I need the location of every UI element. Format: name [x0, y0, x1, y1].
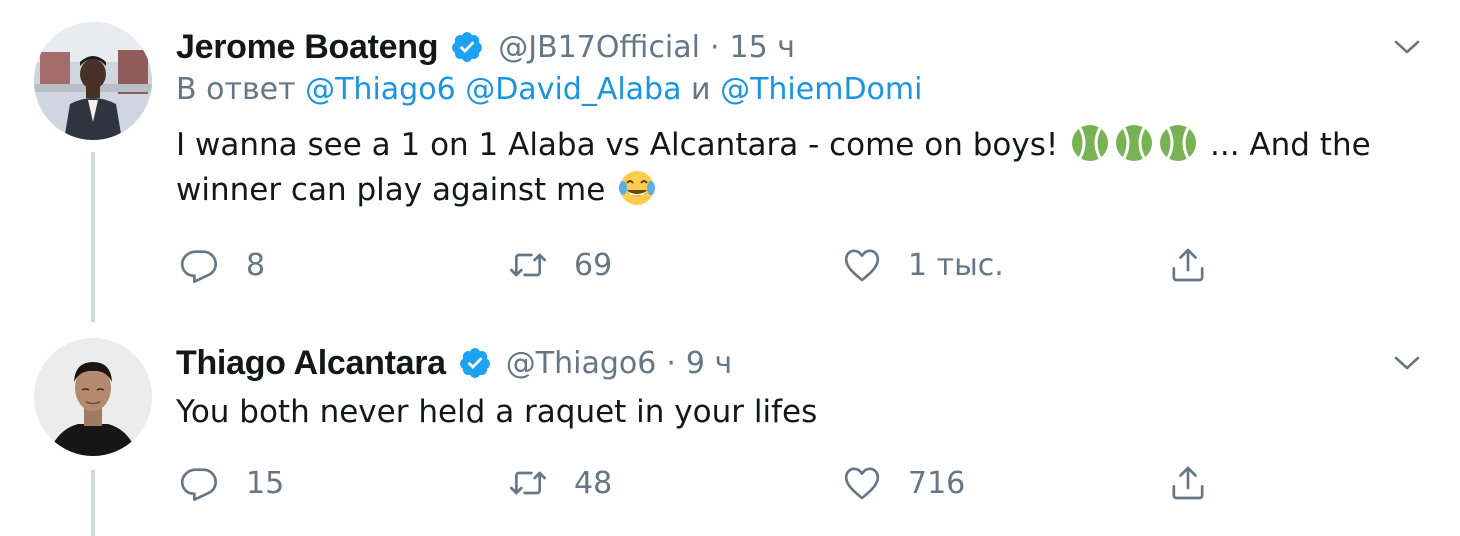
tennis-ball-icon: [1158, 123, 1198, 163]
share-button[interactable]: [1168, 240, 1208, 290]
tweet[interactable]: Thiago Alcantara @Thiago6 · 9 ч You both…: [0, 330, 1460, 536]
avatar[interactable]: [34, 338, 152, 456]
avatar-photo: [34, 338, 152, 456]
display-name[interactable]: Thiago Alcantara: [176, 344, 446, 383]
tweet-text: You both never held a raquet in your lif…: [176, 394, 818, 430]
share-icon: [1172, 466, 1204, 500]
share-icon: [1172, 248, 1204, 282]
retweet-button[interactable]: 69: [508, 240, 612, 290]
retweet-button[interactable]: 48: [508, 458, 612, 508]
reply-joiner: и: [691, 72, 711, 107]
retweet-icon: [510, 253, 546, 277]
reply-button[interactable]: 15: [180, 458, 284, 508]
separator-dot: ·: [710, 29, 720, 65]
tweet-header: Jerome Boateng @JB17Official · 15 ч: [176, 24, 795, 70]
share-button[interactable]: [1168, 458, 1208, 508]
verified-badge-icon: [458, 346, 492, 380]
avatar[interactable]: [34, 22, 152, 140]
reply-button[interactable]: 8: [180, 240, 265, 290]
mention-link[interactable]: @Thiago6: [305, 72, 456, 107]
user-handle[interactable]: @Thiago6: [506, 346, 657, 381]
thread-line: [91, 152, 95, 322]
action-bar: 8 69 1 тыс.: [180, 240, 1240, 290]
like-count: 716: [908, 465, 966, 501]
mention-link[interactable]: @David_Alaba: [465, 72, 681, 107]
like-count: 1 тыс.: [908, 247, 1004, 283]
reply-icon: [180, 250, 217, 283]
reply-icon: [180, 468, 217, 501]
verified-badge-icon: [450, 30, 484, 64]
user-handle[interactable]: @JB17Official: [498, 30, 700, 65]
like-button[interactable]: 716: [842, 458, 965, 508]
reply-count: 15: [246, 465, 285, 501]
like-icon: [844, 249, 880, 282]
like-button[interactable]: 1 тыс.: [842, 240, 1004, 290]
tweet[interactable]: Jerome Boateng @JB17Official · 15 ч В от…: [0, 0, 1460, 330]
tennis-ball-icon: [1114, 123, 1154, 163]
retweet-icon: [510, 471, 546, 495]
avatar-photo: [34, 22, 152, 140]
timestamp[interactable]: 15 ч: [730, 30, 795, 65]
thread-line: [91, 470, 95, 536]
separator-dot: ·: [666, 345, 676, 381]
reply-prefix: В ответ: [176, 72, 296, 107]
reply-count: 8: [246, 247, 266, 283]
tweet-text-part: I wanna see a 1 on 1 Alaba vs Alcantara …: [176, 127, 1059, 163]
like-icon: [844, 467, 880, 500]
timestamp[interactable]: 9 ч: [686, 346, 732, 381]
action-bar: 15 48 716: [180, 458, 1240, 508]
reply-context: В ответ @Thiago6 @David_Alaba и @ThiemDo…: [176, 72, 922, 107]
tennis-ball-icon: [1070, 123, 1110, 163]
mention-link[interactable]: @ThiemDomi: [720, 72, 922, 107]
retweet-count: 69: [574, 247, 613, 283]
display-name[interactable]: Jerome Boateng: [176, 28, 439, 67]
face-with-tears-of-joy-icon: [617, 168, 657, 208]
tweet-text: I wanna see a 1 on 1 Alaba vs Alcantara …: [176, 123, 1406, 213]
chevron-down-icon[interactable]: [1392, 32, 1422, 62]
chevron-down-icon[interactable]: [1392, 348, 1422, 378]
retweet-count: 48: [574, 465, 613, 501]
tweet-header: Thiago Alcantara @Thiago6 · 9 ч: [176, 340, 732, 386]
